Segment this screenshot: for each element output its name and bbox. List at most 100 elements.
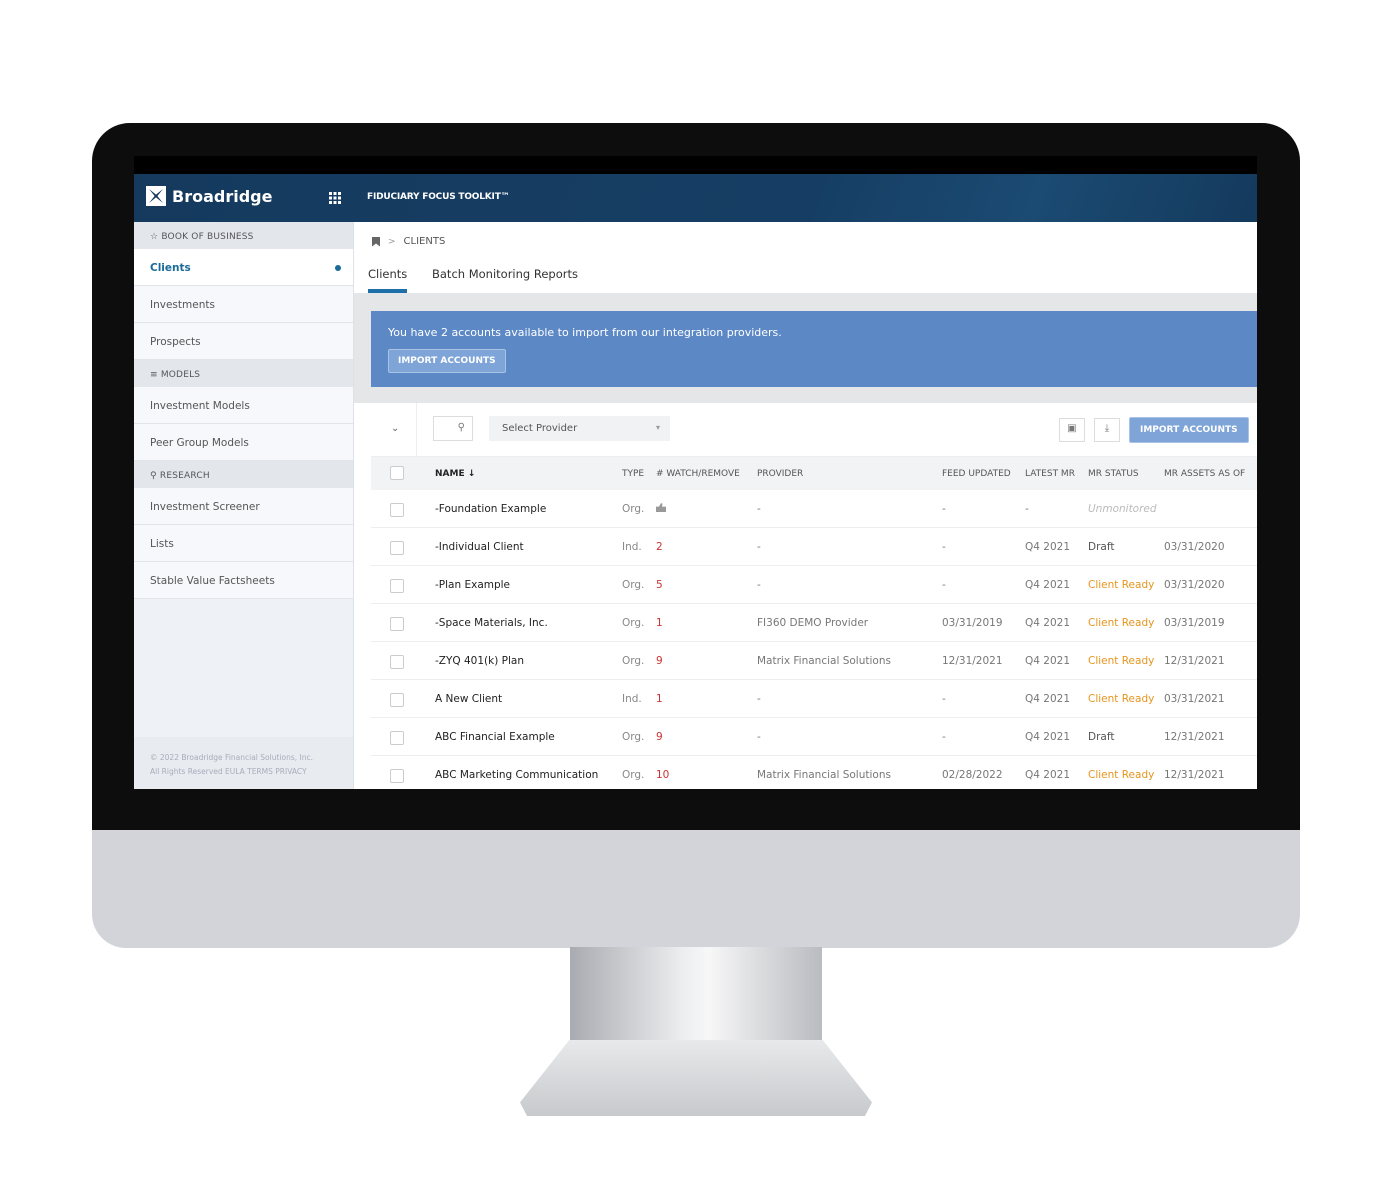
cell-provider: - <box>757 731 761 743</box>
cell-name[interactable]: ABC Marketing Communication <box>435 769 598 781</box>
row-checkbox[interactable] <box>390 503 404 517</box>
cell-watch[interactable]: 1 <box>656 617 663 629</box>
sidebar-item-peer-group-models[interactable]: Peer Group Models <box>134 424 353 461</box>
search-icon: ⚲ <box>150 471 160 481</box>
column-header[interactable]: NAME ↓ <box>435 469 475 479</box>
table-row[interactable]: ABC Marketing Communication Org. 10 Matrix … <box>371 756 1257 789</box>
row-checkbox[interactable] <box>390 693 404 707</box>
cell-feed: - <box>942 503 946 515</box>
cell-watch[interactable]: 9 <box>656 655 663 667</box>
sidebar-item-investment-screener[interactable]: Investment Screener <box>134 488 353 525</box>
sidebar-item-label: Lists <box>150 538 174 550</box>
top-header: Broadridge FIDUCIARY FOCUS TOOLKIT™ <box>134 174 1257 222</box>
row-checkbox[interactable] <box>390 655 404 669</box>
cell-name[interactable]: -Foundation Example <box>435 503 546 515</box>
row-checkbox[interactable] <box>390 769 404 783</box>
table-header-row: NAME ↓ TYPE # WATCH/REMOVE PROVIDER FEED UPD… <box>371 457 1257 490</box>
sidebar-item-investments[interactable]: Investments <box>134 286 353 323</box>
cell-name[interactable]: A New Client <box>435 693 502 705</box>
sidebar-section-header: ≡ MODELS <box>134 360 353 387</box>
cell-watch[interactable]: 2 <box>656 541 663 553</box>
cell-latest: Q4 2021 <box>1025 541 1071 553</box>
banner-import-accounts-button[interactable]: IMPORT ACCOUNTS <box>388 349 506 373</box>
cell-status: Unmonitored <box>1088 503 1157 515</box>
legal-links[interactable]: All Rights Reserved EULA TERMS PRIVACY <box>150 765 337 779</box>
cell-assets: 03/31/2020 <box>1164 579 1225 591</box>
download-icon: ⤓ <box>1104 423 1110 434</box>
sidebar-item-lists[interactable]: Lists <box>134 525 353 562</box>
cell-watch[interactable] <box>656 503 666 515</box>
cell-status: Client Ready <box>1088 617 1155 629</box>
tab-clients[interactable]: Clients <box>368 267 408 293</box>
monitor-chin <box>92 830 1300 948</box>
sidebar-item-investment-models[interactable]: Investment Models <box>134 387 353 424</box>
cell-latest: Q4 2021 <box>1025 769 1071 781</box>
table-row[interactable]: A New Client Ind. 1 - - Q4 2021 Client Ready 03… <box>371 680 1257 718</box>
cell-feed: 12/31/2021 <box>942 655 1003 667</box>
table-row[interactable]: -ZYQ 401(k) Plan Org. 9 Matrix Financial So… <box>371 642 1257 680</box>
import-banner: You have 2 accounts available to import … <box>371 311 1257 387</box>
breadcrumb: > CLIENTS <box>372 236 445 247</box>
cell-type: Org. <box>622 731 645 743</box>
cell-assets: 12/31/2021 <box>1164 655 1225 667</box>
banner-message: You have 2 accounts available to import … <box>388 326 782 339</box>
broadridge-logo[interactable]: Broadridge <box>146 186 272 206</box>
column-header[interactable]: LATEST MR <box>1025 469 1075 479</box>
select-all-checkbox[interactable] <box>390 466 404 480</box>
cell-status: Client Ready <box>1088 693 1155 705</box>
table-row[interactable]: -Individual Client Ind. 2 - - Q4 2021 Draft 03/… <box>371 528 1257 566</box>
column-header[interactable]: # WATCH/REMOVE <box>656 469 740 479</box>
cell-watch[interactable]: 1 <box>656 693 663 705</box>
cell-name[interactable]: ABC Financial Example <box>435 731 555 743</box>
sidebar-item-label: Investment Models <box>150 400 250 412</box>
divider <box>416 403 417 457</box>
breadcrumb-current: CLIENTS <box>403 236 446 247</box>
table-row[interactable]: -Plan Example Org. 5 - - Q4 2021 Client Ready 0… <box>371 566 1257 604</box>
cell-name[interactable]: -ZYQ 401(k) Plan <box>435 655 524 667</box>
column-header[interactable]: MR STATUS <box>1088 469 1139 479</box>
thumbs-up-icon[interactable] <box>656 503 666 512</box>
row-checkbox[interactable] <box>390 579 404 593</box>
tab-batch-monitoring-reports[interactable]: Batch Monitoring Reports <box>432 267 578 281</box>
cell-watch[interactable]: 10 <box>656 769 669 781</box>
cell-provider: - <box>757 503 761 515</box>
import-accounts-button[interactable]: IMPORT ACCOUNTS <box>1129 417 1249 443</box>
row-checkbox[interactable] <box>390 617 404 631</box>
cell-name[interactable]: -Plan Example <box>435 579 510 591</box>
tabs: Clients Batch Monitoring Reports <box>354 262 1257 294</box>
cell-watch[interactable]: 9 <box>656 731 663 743</box>
provider-select[interactable]: Select Provider ▾ <box>489 416 670 441</box>
download-button[interactable]: ⤓ <box>1094 418 1120 442</box>
column-header[interactable]: FEED UPDATED <box>942 469 1011 479</box>
cell-latest: Q4 2021 <box>1025 617 1071 629</box>
cell-assets: 12/31/2021 <box>1164 731 1225 743</box>
table-row[interactable]: ABC Financial Example Org. 9 - - Q4 2021 Draft… <box>371 718 1257 756</box>
cell-watch[interactable]: 5 <box>656 579 663 591</box>
cell-type: Org. <box>622 617 645 629</box>
cell-type: Org. <box>622 503 645 515</box>
active-indicator <box>335 265 341 271</box>
cell-feed: - <box>942 731 946 743</box>
row-checkbox[interactable] <box>390 731 404 745</box>
cell-status: Client Ready <box>1088 769 1155 781</box>
sidebar-item-clients[interactable]: Clients <box>134 249 353 286</box>
sidebar-item-stable-value-factsheets[interactable]: Stable Value Factsheets <box>134 562 353 599</box>
bookmark-icon[interactable] <box>372 236 380 247</box>
row-checkbox[interactable] <box>390 541 404 555</box>
column-header[interactable]: PROVIDER <box>757 469 803 479</box>
sidebar-item-label: Investments <box>150 299 215 311</box>
sidebar-item-prospects[interactable]: Prospects <box>134 323 353 360</box>
cell-name[interactable]: -Space Materials, Inc. <box>435 617 548 629</box>
cell-latest: Q4 2021 <box>1025 655 1071 667</box>
column-header[interactable]: TYPE <box>622 469 644 479</box>
column-header[interactable]: MR ASSETS AS OF <box>1164 469 1245 479</box>
app-grid-icon[interactable] <box>329 192 341 204</box>
search-button[interactable]: ⚲ <box>433 416 473 441</box>
columns-button[interactable]: ▣ <box>1059 418 1085 442</box>
cell-provider: FI360 DEMO Provider <box>757 617 869 629</box>
chevron-down-icon[interactable]: ⌄ <box>391 423 399 434</box>
cell-status: Client Ready <box>1088 655 1155 667</box>
cell-name[interactable]: -Individual Client <box>435 541 524 553</box>
table-row[interactable]: -Space Materials, Inc. Org. 1 FI360 DEMO Pr… <box>371 604 1257 642</box>
table-row[interactable]: -Foundation Example Org. - - - Unmonitored <box>371 490 1257 528</box>
